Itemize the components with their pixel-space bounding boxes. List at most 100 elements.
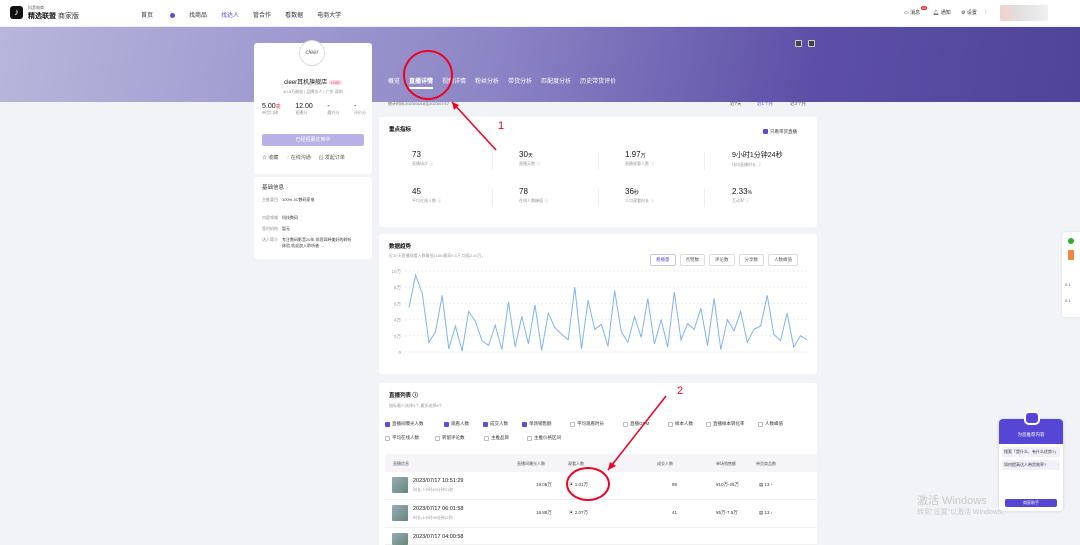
th-viewers[interactable]: 观看人数 xyxy=(568,461,584,467)
y-tick-label: 4万 xyxy=(394,318,402,324)
annotation-arrow-1 xyxy=(451,101,497,151)
filter-label: 平均在线人数 xyxy=(392,435,419,440)
profile-meta: 40.5万粉丝 | 品牌达人 | 广东 深圳 xyxy=(283,89,343,94)
metric-filter-checkbox[interactable]: 观看人数 xyxy=(444,421,469,427)
profile-card: cleer cleer耳机旗舰店 LIVE 40.5万粉丝 | 品牌达人 | 广东… xyxy=(254,40,372,174)
tab-overview[interactable]: 概览 xyxy=(388,76,400,89)
filter-label: 主推品目 xyxy=(491,435,509,440)
shop-name: cleer耳机旗舰店 LIVE xyxy=(284,80,342,86)
metric-filter-checkbox[interactable]: 人数峰值 xyxy=(758,421,783,427)
info-row: 达人简介 专注数码影音20年,伴您耳畔美好的聆听体验,欢迎加入聆听者 → xyxy=(262,237,352,248)
metric-filter-checkbox[interactable]: 平均观看时长 xyxy=(570,421,604,427)
annotation-label-1: 1 xyxy=(498,120,505,132)
bell-icon: 🔔︎ xyxy=(933,9,940,16)
y-tick-label: 6万 xyxy=(394,301,402,307)
divider xyxy=(704,189,705,207)
metric-filter-checkbox[interactable]: 主推价格区间 xyxy=(527,435,561,441)
live-thumbnail[interactable] xyxy=(392,533,408,545)
table-row[interactable]: 2023/07/17 04:00:58 xyxy=(385,528,817,545)
order-button[interactable]: ◱ 发起订单 xyxy=(319,154,345,161)
tab-match[interactable]: 匹配度分析 xyxy=(541,76,571,89)
divider xyxy=(598,189,599,207)
messages-button[interactable]: ▭ 消息 xyxy=(904,9,920,17)
y-tick-label: 8万 xyxy=(394,285,402,291)
live-thumbnail[interactable] xyxy=(392,477,408,493)
watermark-line1: 激活 Windows xyxy=(917,495,987,507)
range-3m[interactable]: 近3个月 xyxy=(790,101,806,107)
table-row[interactable]: 2023/07/17 06:01:58 时长:4小时39分钟11秒 18.88万… xyxy=(385,500,817,528)
y-tick-label: 0 xyxy=(398,350,401,355)
range-7d[interactable]: 近7天 xyxy=(730,101,742,107)
th-items[interactable]: 带货商品数 xyxy=(756,461,776,467)
info-row: 签约机构 暂无 xyxy=(262,226,290,231)
watermark-line2: 转到"设置"以激活 Windows。 xyxy=(917,509,1009,516)
tab-sales[interactable]: 带货分析 xyxy=(508,76,532,89)
helper-button[interactable]: 商家助手 xyxy=(1005,499,1057,507)
checkbox-icon xyxy=(527,435,532,441)
th-exposure[interactable]: 直播间曝光人数 xyxy=(517,461,545,467)
metric-filter-checkbox[interactable]: 转留评论数 xyxy=(435,435,465,441)
divider xyxy=(492,189,493,207)
metric-avg-duration: 9小时1分钟24秒 场均直播时长 ⓘ xyxy=(732,152,783,167)
metric-viewers: 1.97万 直播观看人数 ⓘ xyxy=(625,150,655,166)
gear-icon: ⚙ xyxy=(961,9,966,16)
recruit-button[interactable]: 已经招募达到中 xyxy=(262,134,364,146)
hero-banner xyxy=(0,27,1080,102)
avatar[interactable]: cleer xyxy=(299,40,325,66)
divider xyxy=(598,152,599,170)
metric-watch-time: 36秒 人均观看时长 ⓘ xyxy=(625,187,655,203)
status-dot-icon xyxy=(1068,238,1074,244)
live-badge: LIVE xyxy=(329,80,342,85)
checkbox-icon xyxy=(484,435,489,441)
trend-subtitle: 近30天直播观看人数最低1180,最高9.5万,均值2.40万。 xyxy=(389,253,486,258)
annotation-label-2: 2 xyxy=(677,385,684,397)
brand-name[interactable]: 精选联盟 商家版 xyxy=(28,11,79,21)
metric-filter-checkbox[interactable]: 直播间曝光人数 xyxy=(385,421,424,427)
divider xyxy=(704,152,705,170)
helper-bubble[interactable]: 搜索「是什么、有什么优势?」 xyxy=(1002,447,1060,457)
nav-item-products[interactable]: 找商品 xyxy=(189,10,207,19)
tab-history[interactable]: 历史带货评价 xyxy=(580,76,616,89)
user-menu-divider: | xyxy=(985,9,987,15)
favorite-button[interactable]: ☆ 收藏 xyxy=(262,154,278,161)
nav-item-creators[interactable]: 找达人 xyxy=(221,10,239,19)
tab-fans[interactable]: 粉丝分析 xyxy=(475,76,499,89)
robot-icon[interactable] xyxy=(1024,411,1040,425)
checkbox-icon xyxy=(385,435,390,441)
filter-label: 直播样本转化率 xyxy=(713,421,745,426)
screen-icon[interactable] xyxy=(795,40,802,47)
y-tick-label: 2万 xyxy=(394,334,402,340)
douyin-small-icon[interactable] xyxy=(808,40,815,47)
nav-item-cooperation[interactable]: 管合作 xyxy=(253,10,271,19)
user-avatar-blurred[interactable] xyxy=(1000,5,1048,21)
filter-label: 直播间曝光人数 xyxy=(392,421,424,426)
nav-item-data[interactable]: 看数据 xyxy=(285,10,303,19)
metric-filter-checkbox[interactable]: 主推品目 xyxy=(484,435,509,441)
only-live-toggle[interactable]: 只看带货直播 xyxy=(763,129,797,135)
side-panel[interactable]: 0.1 0.1 xyxy=(1062,232,1080,317)
checkbox-icon xyxy=(570,421,575,427)
nav-item-home[interactable]: 首页 xyxy=(141,10,176,19)
range-1m[interactable]: 近1个月 xyxy=(757,101,773,107)
chat-button[interactable]: ◌ 在线沟通 xyxy=(286,154,310,161)
metric-filter-checkbox[interactable]: 成交人数 xyxy=(483,421,508,427)
notify-button[interactable]: 🔔︎ 通知 xyxy=(933,9,951,17)
settings-button[interactable]: ⚙ 设置 xyxy=(961,9,977,17)
metric-filter-checkbox[interactable]: 平均在线人数 xyxy=(385,435,419,441)
helper-widget[interactable]: 为您推荐内容 搜索「是什么、有什么优势?」 如何提高达人带货效率? 商家助手 xyxy=(999,419,1063,511)
douyin-logo-icon[interactable]: ♪ xyxy=(10,6,23,19)
th-sales[interactable]: 单场销售额 xyxy=(716,461,736,467)
helper-bubble[interactable]: 如何提高达人带货效率? xyxy=(1002,460,1060,470)
checkbox-icon xyxy=(706,421,711,427)
metric-filter-checkbox[interactable]: 直播样本转化率 xyxy=(706,421,745,427)
live-thumbnail[interactable] xyxy=(392,505,408,521)
filter-label: 转留评论数 xyxy=(442,435,465,440)
checkbox-icon xyxy=(483,421,488,427)
profile-actions: ☆ 收藏 ◌ 在线沟通 ◱ 发起订单 xyxy=(262,154,345,161)
chevron-right-icon: › xyxy=(770,482,773,487)
series-line[interactable] xyxy=(408,273,808,352)
nav-item-university[interactable]: 电商大学 xyxy=(317,10,341,19)
metric-filter-checkbox[interactable]: 单场销售额 xyxy=(522,421,552,427)
filter-label: 单场销售额 xyxy=(529,421,552,426)
checkbox-icon xyxy=(763,129,768,135)
